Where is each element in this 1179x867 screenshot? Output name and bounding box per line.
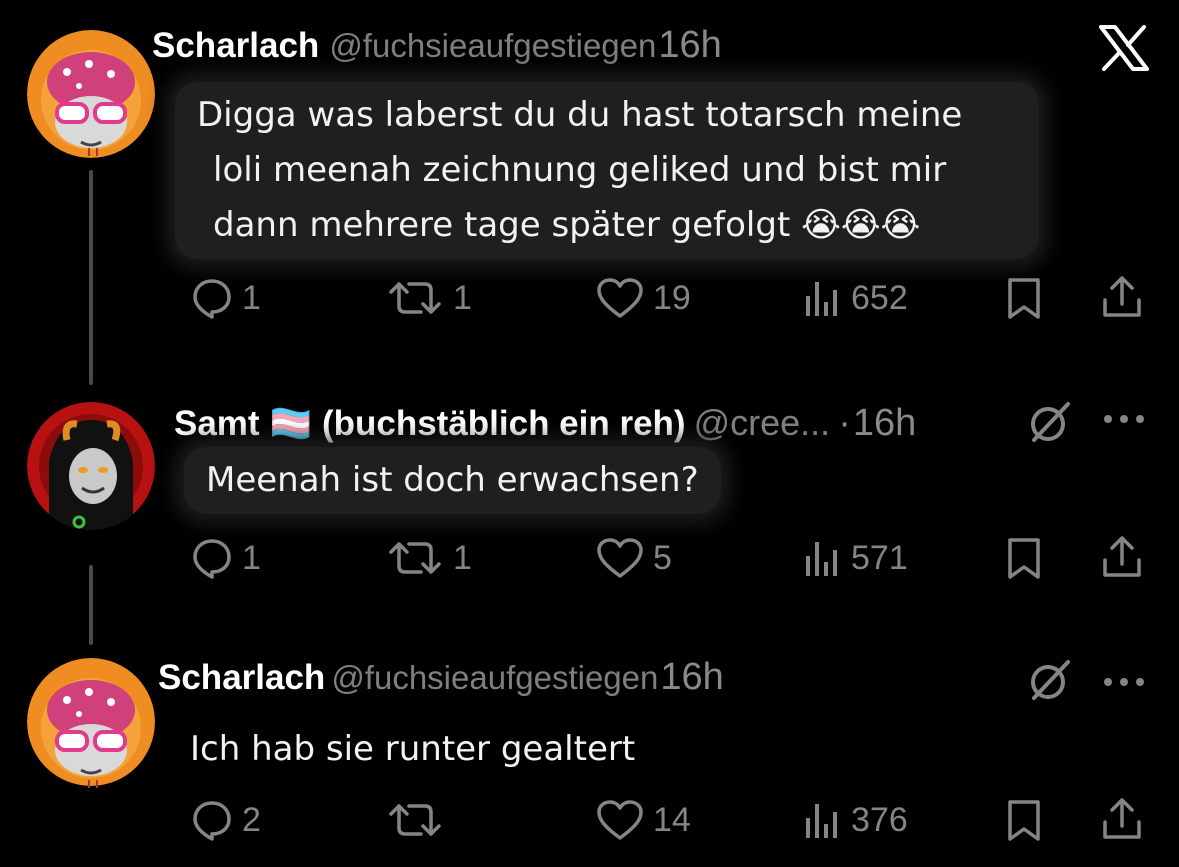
user-handle[interactable]: @fuchsieaufgestiegen (331, 659, 658, 697)
like-count: 14 (653, 800, 691, 839)
thread-line (89, 170, 93, 385)
repost-count: 1 (453, 538, 472, 577)
tweet-header: Samt 🏳️‍⚧️ (buchstäblich ein reh) @cree.… (174, 402, 916, 445)
grok-icon[interactable] (1026, 398, 1074, 451)
more-options-icon[interactable] (1102, 412, 1146, 430)
view-count: 571 (851, 538, 908, 577)
like-count: 5 (653, 538, 672, 577)
bookmark-icon[interactable] (1004, 536, 1044, 585)
views-button[interactable]: 571 (803, 536, 908, 580)
tweet-text: Meenah ist doch erwachsen? (184, 447, 721, 514)
reply-icon (193, 801, 231, 841)
views-icon (806, 542, 837, 576)
reply-button[interactable]: 1 (190, 276, 261, 320)
reply-button[interactable]: 2 (190, 798, 261, 842)
avatar[interactable] (27, 402, 155, 530)
share-icon[interactable] (1100, 274, 1144, 325)
like-count: 19 (653, 278, 691, 317)
reply-count: 1 (242, 278, 261, 317)
view-count: 376 (851, 800, 908, 839)
reply-icon (193, 539, 231, 579)
views-icon (806, 282, 837, 316)
views-button[interactable]: 376 (803, 798, 908, 842)
share-icon[interactable] (1100, 796, 1144, 847)
reply-button[interactable]: 1 (190, 536, 261, 580)
avatar-tag (88, 780, 98, 788)
tweet-text: Ich hab sie runter gealtert (190, 729, 636, 769)
user-handle[interactable]: @cree... (694, 402, 831, 444)
like-button[interactable]: 14 (595, 798, 691, 842)
avatar[interactable] (27, 658, 155, 786)
avatar[interactable] (27, 30, 155, 158)
repost-button[interactable]: 1 (385, 276, 472, 320)
tweet-text: Digga was laberst du du hast totarsch me… (175, 82, 1039, 259)
heart-icon (597, 278, 643, 318)
reply-icon (193, 279, 231, 319)
grok-icon[interactable] (1026, 656, 1074, 709)
bookmark-icon[interactable] (1004, 276, 1044, 325)
avatar-tag (88, 148, 98, 156)
more-options-icon[interactable] (1102, 675, 1146, 693)
timestamp[interactable]: 16h (853, 402, 916, 445)
repost-button[interactable] (385, 798, 453, 842)
repost-icon (389, 282, 441, 314)
repost-icon (389, 542, 441, 574)
like-button[interactable]: 5 (595, 536, 672, 580)
separator: · (838, 402, 851, 444)
x-logo[interactable]: X (1098, 24, 1150, 72)
tweet-header: Scharlach @fuchsieaufgestiegen 16h (152, 24, 722, 67)
like-button[interactable]: 19 (595, 276, 691, 320)
views-icon (806, 804, 837, 838)
flag-emoji: 🏳️‍⚧️ (269, 405, 312, 443)
tweet-text-line: Digga was laberst du du hast totarsch me… (197, 95, 963, 135)
repost-count: 1 (453, 278, 472, 317)
user-handle[interactable]: @fuchsieaufgestiegen (329, 27, 656, 65)
tweet-text-line: dann mehrere tage später gefolgt 😭😭😭 (213, 205, 921, 245)
tweet-text-line: loli meenah zeichnung geliked und bist m… (213, 150, 947, 190)
reply-count: 2 (242, 800, 261, 839)
views-button[interactable]: 652 (803, 276, 908, 320)
view-count: 652 (851, 278, 908, 317)
bookmark-icon[interactable] (1004, 798, 1044, 847)
heart-icon (597, 800, 643, 840)
timestamp[interactable]: 16h (660, 656, 723, 699)
share-icon[interactable] (1100, 534, 1144, 585)
thread-line (89, 565, 93, 645)
heart-icon (597, 538, 643, 578)
repost-button[interactable]: 1 (385, 536, 472, 580)
reply-count: 1 (242, 538, 261, 577)
display-name-suffix[interactable]: (buchstäblich ein reh) (322, 404, 686, 444)
display-name[interactable]: Samt (174, 404, 260, 444)
display-name[interactable]: Scharlach (152, 26, 319, 66)
tweet-header: Scharlach @fuchsieaufgestiegen 16h (158, 656, 724, 699)
repost-icon (389, 804, 441, 836)
timestamp[interactable]: 16h (658, 24, 721, 67)
display-name[interactable]: Scharlach (158, 658, 325, 698)
